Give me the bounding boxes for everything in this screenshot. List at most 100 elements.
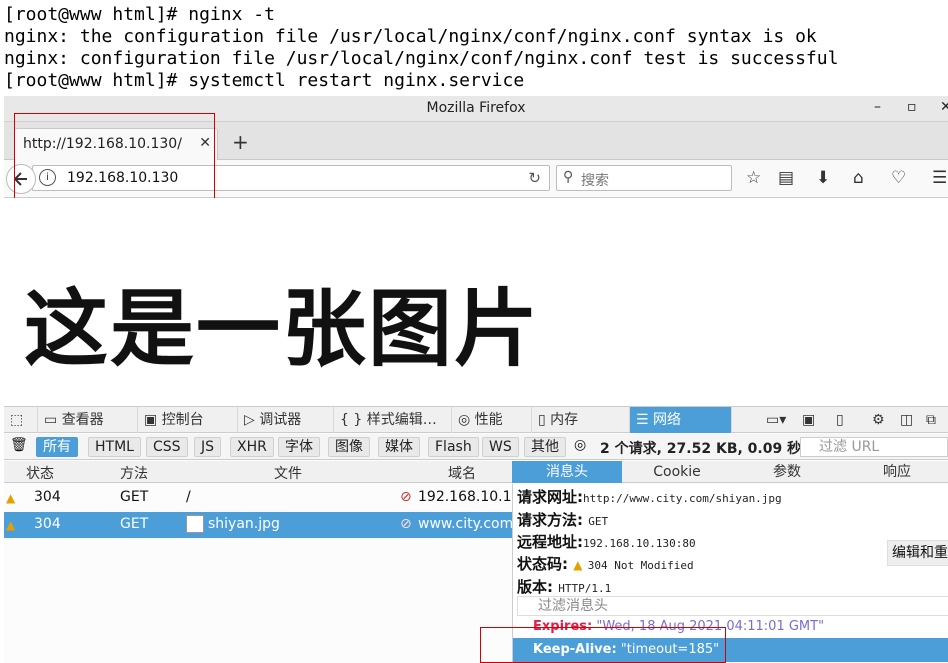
popout-icon[interactable]: ⧉: [920, 407, 948, 433]
tab-label: 查看器: [61, 412, 104, 428]
warning-icon: ▲: [573, 558, 583, 572]
home-icon[interactable]: ⌂: [853, 168, 864, 188]
filter-all[interactable]: 所有: [36, 437, 78, 457]
tab-cookies[interactable]: Cookie: [622, 461, 732, 483]
tab-style-editor[interactable]: { } 样式编辑…: [334, 407, 452, 433]
new-tab-button[interactable]: +: [232, 130, 249, 154]
maximize-button[interactable]: ▫: [907, 99, 917, 115]
filter-other[interactable]: 其他: [524, 437, 566, 457]
filter-html[interactable]: HTML: [88, 437, 141, 457]
tab-inspector[interactable]: ▭ 查看器: [38, 407, 138, 433]
tab-label: 调试器: [259, 412, 302, 428]
reading-list-icon[interactable]: ▤: [778, 168, 794, 188]
filter-ws[interactable]: WS: [482, 437, 519, 457]
pocket-icon[interactable]: ♡: [891, 168, 906, 188]
version-value: HTTP/1.1: [558, 582, 612, 595]
filter-js[interactable]: JS: [194, 437, 222, 457]
warning-icon: ▲: [6, 518, 16, 532]
tab-label: 控制台: [161, 412, 204, 428]
network-toolbar: 🗑 所有 HTML CSS JS XHR 字体 图像 媒体 Flash WS 其…: [4, 434, 948, 460]
url-filter-placeholder: 过滤 URL: [819, 439, 880, 455]
devtools-panel: ⬚ ▭ 查看器 ▣ 控制台 ▷ 调试器 { } 样式编辑… ◎ 性能 ▯ 内存 …: [4, 406, 948, 663]
row-file: shiyan.jpg: [208, 516, 280, 532]
tab-network[interactable]: ☰ 网络: [630, 407, 732, 433]
dock-side-icon[interactable]: ◫: [894, 407, 920, 433]
pick-element-icon[interactable]: ⬚: [4, 407, 38, 433]
column-method[interactable]: 方法: [120, 463, 148, 483]
reload-icon[interactable]: ↻: [528, 169, 541, 187]
filter-media[interactable]: 媒体: [378, 437, 420, 457]
trash-icon[interactable]: 🗑: [10, 437, 28, 453]
menu-icon[interactable]: ☰: [932, 168, 947, 188]
remote-address-value: 192.168.10.130:80: [583, 537, 696, 550]
image-thumbnail-icon: [186, 515, 204, 533]
row-status: 304: [34, 516, 61, 532]
tab-headers[interactable]: 消息头: [512, 461, 622, 483]
terminal-line: nginx: the configuration file /usr/local…: [4, 26, 817, 47]
row-domain: 192.168.10.13: [418, 489, 521, 505]
close-window-button[interactable]: ✕: [940, 99, 948, 115]
responsive-mode-icon[interactable]: ▯: [830, 407, 860, 433]
row-status: 304: [34, 489, 61, 505]
edit-resend-button[interactable]: 编辑和重: [887, 540, 948, 566]
column-file[interactable]: 文件: [274, 463, 302, 483]
search-placeholder[interactable]: 搜索: [581, 170, 609, 190]
page-content: 这是一张图片: [4, 198, 948, 406]
devtools-tabbar: ⬚ ▭ 查看器 ▣ 控制台 ▷ 调试器 { } 样式编辑… ◎ 性能 ▯ 内存 …: [4, 407, 948, 433]
terminal-line: nginx: configuration file /usr/local/ngi…: [4, 48, 839, 69]
search-bar[interactable]: ⚲ 搜索: [556, 165, 732, 191]
request-method-line: 请求方法: GET: [517, 509, 608, 530]
tab-label: { } 样式编辑…: [340, 412, 437, 428]
detail-tabs: 消息头 Cookie 参数 响应: [512, 461, 948, 483]
row-file: /: [186, 489, 191, 505]
remote-address-label: 远程地址:: [517, 533, 583, 551]
terminal-line: [root@www html]# nginx -t: [4, 4, 275, 25]
tab-debugger[interactable]: ▷ 调试器: [238, 407, 334, 433]
column-domain[interactable]: 域名: [448, 463, 476, 483]
keepalive-highlight-annotation: [480, 627, 726, 663]
split-console-icon[interactable]: ▣: [796, 407, 826, 433]
request-table-header: 状态 方法 文件 域名: [4, 461, 512, 483]
search-icon: ⚲: [563, 169, 574, 185]
url-filter-input[interactable]: 过滤 URL: [800, 437, 948, 457]
row-domain: www.city.com: [418, 516, 514, 532]
row-method: GET: [120, 489, 149, 505]
downloads-icon[interactable]: ⬇: [816, 168, 830, 188]
settings-gear-icon[interactable]: ⚙: [866, 407, 894, 433]
tab-response[interactable]: 响应: [842, 461, 948, 483]
page-heading: 这是一张图片: [24, 280, 541, 378]
header-filter-placeholder: 过滤消息头: [538, 598, 608, 614]
filter-fonts[interactable]: 字体: [278, 437, 320, 457]
terminal-output: [root@www html]# nginx -t nginx: the conf…: [0, 0, 948, 96]
request-url-value: http://www.city.com/shiyan.jpg: [583, 492, 782, 505]
table-row[interactable]: ▲ 304 GET shiyan.jpg ⊘ www.city.com: [4, 512, 514, 538]
performance-analysis-icon[interactable]: ◎: [574, 437, 586, 453]
column-status[interactable]: 状态: [26, 463, 54, 483]
tab-console[interactable]: ▣ 控制台: [138, 407, 238, 433]
status-code-value: 304 Not Modified: [587, 559, 694, 572]
tab-label: 性能: [474, 412, 503, 428]
warning-icon: ▲: [6, 491, 16, 505]
request-url-label: 请求网址:: [517, 488, 583, 506]
table-row[interactable]: ▲ 304 GET / ⊘ 192.168.10.13: [4, 485, 520, 511]
remote-address-line: 远程地址:192.168.10.130:80: [517, 531, 696, 552]
filter-images[interactable]: 图像: [328, 437, 370, 457]
tab-params[interactable]: 参数: [732, 461, 842, 483]
status-code-label: 状态码:: [517, 555, 568, 573]
terminal-line: [root@www html]# systemctl restart nginx…: [4, 70, 525, 91]
filter-flash[interactable]: Flash: [428, 437, 479, 457]
request-summary: 2 个请求, 27.52 KB, 0.09 秒: [600, 441, 802, 457]
request-url-line: 请求网址:http://www.city.com/shiyan.jpg: [517, 486, 782, 507]
bookmark-star-icon[interactable]: ☆: [746, 168, 761, 188]
insecure-icon: ⊘: [400, 516, 412, 532]
status-code-line: 状态码: ▲ 304 Not Modified: [517, 553, 694, 574]
tab-memory[interactable]: ▯ 内存: [532, 407, 630, 433]
filter-css[interactable]: CSS: [146, 437, 188, 457]
header-filter-input[interactable]: 过滤消息头: [517, 596, 948, 616]
request-method-label: 请求方法:: [517, 511, 583, 529]
dock-options-icon[interactable]: ▭▾: [760, 407, 796, 433]
filter-xhr[interactable]: XHR: [230, 437, 274, 457]
tab-label: 网络: [653, 412, 682, 428]
tab-performance[interactable]: ◎ 性能: [452, 407, 532, 433]
minimize-button[interactable]: –: [874, 99, 881, 115]
